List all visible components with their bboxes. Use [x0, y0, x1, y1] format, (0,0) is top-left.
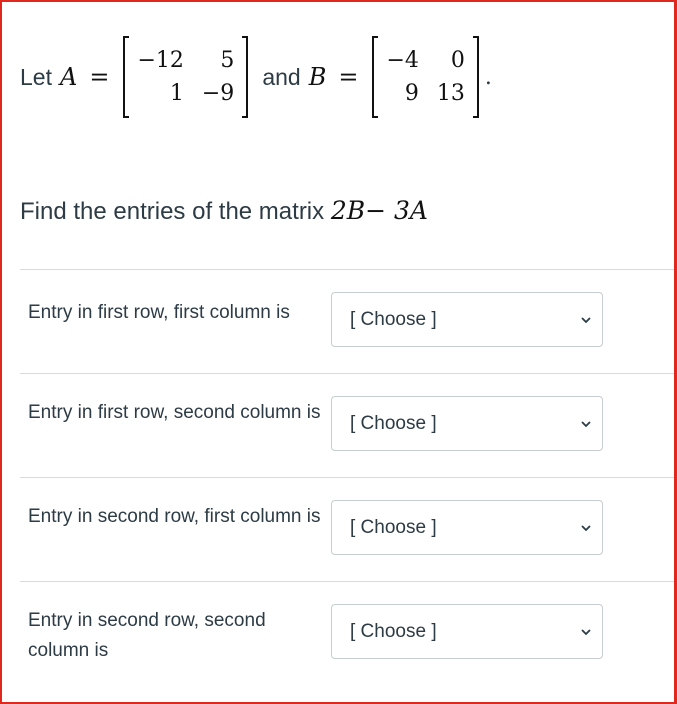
matrix-b-cell-11: −4 — [386, 47, 419, 73]
entry-label: Entry in first row, first column is — [28, 302, 290, 323]
entry-label: Entry in second row, second column is — [28, 610, 266, 661]
answer-dropdown-3[interactable]: [ Choose ] — [331, 500, 603, 555]
right-bracket — [242, 36, 249, 118]
equals-sign-b: = — [338, 63, 359, 91]
matrix-a-cell-11: −12 — [137, 47, 184, 73]
right-bracket — [472, 36, 479, 118]
matrix-a-cell-21: 1 — [169, 81, 184, 106]
dropdown-value: [ Choose ] — [350, 620, 437, 642]
matrix-a-symbol: A — [59, 63, 78, 91]
matrix-expression: 2B− 3A — [330, 196, 428, 225]
find-text: Find the entries of the matrix — [20, 198, 325, 225]
matrix-b-cell-22: 13 — [436, 81, 465, 106]
answer-dropdown-1[interactable]: [ Choose ] — [331, 292, 603, 347]
matrix-b-cell-21: 9 — [404, 81, 419, 106]
chevron-down-icon — [581, 316, 591, 323]
answer-dropdown-4[interactable]: [ Choose ] — [331, 604, 603, 659]
answer-dropdown-2[interactable]: [ Choose ] — [331, 396, 603, 451]
dropdown-value: [ Choose ] — [350, 516, 437, 538]
matrix-b-symbol: B — [308, 63, 327, 91]
answer-row: Entry in second row, first column is [ C… — [20, 477, 674, 582]
answer-row: Entry in second row, second column is [ … — [20, 581, 674, 686]
let-text: Let — [20, 63, 52, 90]
dropdown-value: [ Choose ] — [350, 412, 437, 434]
and-text: and — [262, 63, 301, 90]
entry-label: Entry in first row, second column is — [28, 402, 321, 423]
equals-sign-a: = — [89, 63, 110, 91]
matrix-a-cell-12: 5 — [220, 47, 235, 73]
chevron-down-icon — [581, 628, 591, 635]
matrix-a-cell-22: −9 — [201, 81, 235, 106]
entry-label: Entry in second row, first column is — [28, 506, 321, 527]
answer-row: Entry in first row, first column is [ Ch… — [20, 269, 674, 374]
matrix-b-cell-12: 0 — [450, 47, 465, 73]
dropdown-value: [ Choose ] — [350, 308, 437, 330]
matrix-a: −12 5 1 −9 — [123, 36, 249, 118]
chevron-down-icon — [581, 524, 591, 531]
answer-row: Entry in first row, second column is [ C… — [20, 373, 674, 478]
matrix-definitions: Let A = −12 5 1 −9 and B = −4 0 9 13 . — [20, 34, 492, 120]
chevron-down-icon — [581, 420, 591, 427]
question-prompt: Find the entries of the matrix 2B− 3A — [20, 196, 428, 226]
matrix-b: −4 0 9 13 — [372, 36, 479, 118]
period: . — [484, 64, 492, 90]
